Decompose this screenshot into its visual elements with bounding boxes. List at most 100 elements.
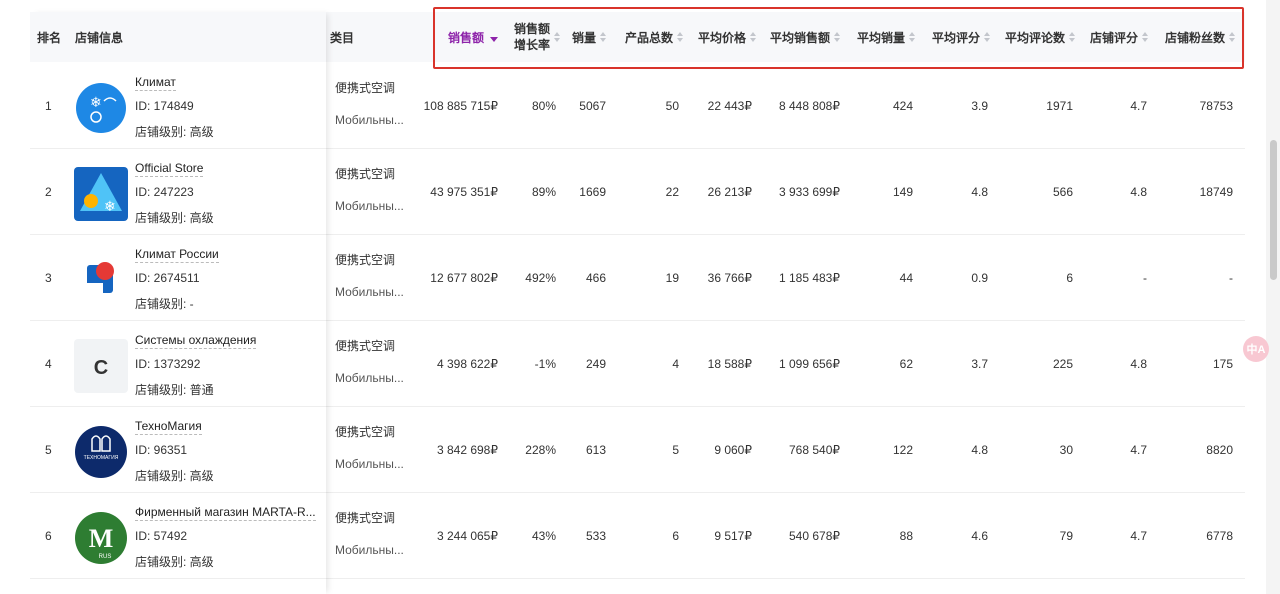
category-secondary: Мобильны...	[335, 199, 404, 213]
cell-growth: 228%	[525, 442, 556, 457]
sort-icon[interactable]	[834, 32, 840, 42]
header-avg-volume[interactable]: 平均销量	[845, 12, 915, 62]
store-id: ID: 57492	[135, 529, 188, 543]
store-name-link[interactable]: Фирменный магазин MARTA-R...	[135, 505, 316, 521]
cell-avg-volume: 62	[899, 356, 913, 371]
store-id: ID: 1373292	[135, 357, 201, 371]
cell-avg-price: 9 060₽	[714, 442, 752, 457]
store-level: 店铺级别: 高级	[135, 555, 214, 569]
rank-number: 3	[45, 270, 52, 285]
svg-text:❄: ❄	[90, 95, 102, 111]
sort-icon[interactable]	[909, 32, 915, 42]
store-info-row[interactable]: 6 M RUS Фирменный магазин MARTA-R... ID: 574…	[30, 493, 326, 579]
store-logo[interactable]: ❄	[74, 81, 128, 135]
sort-icon[interactable]	[1229, 32, 1235, 42]
store-id: ID: 96351	[135, 443, 188, 457]
cell-avg-sales: 8 448 808₽	[778, 98, 840, 113]
cell-products: 50	[665, 98, 679, 113]
cell-avg-reviews: 6	[1066, 270, 1073, 285]
cell-products: 4	[672, 356, 679, 371]
cell-avg-price: 18 588₽	[707, 356, 752, 371]
cell-avg-reviews: 566	[1052, 184, 1073, 199]
cell-products: 6	[672, 528, 679, 543]
header-avg-price[interactable]: 平均价格	[685, 12, 756, 62]
store-name-link[interactable]: Official Store	[135, 161, 204, 177]
cell-growth: 80%	[531, 98, 556, 113]
header-avg-rating[interactable]: 平均评分	[920, 12, 990, 62]
store-info-row[interactable]: 2 ❄ Official Store ID: 247223 店铺级别: 高级	[30, 149, 326, 235]
cell-avg-rating: 4.8	[971, 184, 988, 199]
cell-products: 19	[665, 270, 679, 285]
cell-volume: 533	[585, 528, 606, 543]
header-avg-reviews[interactable]: 平均评论数	[995, 12, 1075, 62]
cell-avg-price: 36 766₽	[707, 270, 752, 285]
scrollbar-thumb[interactable]	[1270, 140, 1277, 280]
header-volume[interactable]: 销量	[560, 12, 606, 62]
category-secondary: Мобильны...	[335, 457, 404, 471]
header-products[interactable]: 产品总数	[610, 12, 683, 62]
cell-followers: -	[1229, 270, 1233, 285]
sort-icon[interactable]	[984, 32, 990, 42]
cell-volume: 1669	[579, 184, 606, 199]
cell-sales: 3 244 065₽	[436, 528, 498, 543]
store-logo[interactable]: ❄	[74, 167, 128, 221]
sort-icon[interactable]	[1142, 32, 1148, 42]
cell-avg-sales: 1 185 483₽	[778, 270, 840, 285]
cell-products: 22	[665, 184, 679, 199]
scrollbar[interactable]	[1266, 0, 1280, 594]
svg-text:❄: ❄	[104, 199, 116, 215]
header-followers[interactable]: 店铺粉丝数	[1152, 12, 1235, 62]
cell-avg-sales: 768 540₽	[788, 442, 840, 457]
cell-sales: 43 975 351₽	[430, 184, 498, 199]
cell-avg-price: 26 213₽	[707, 184, 752, 199]
store-logo[interactable]	[74, 253, 128, 307]
cell-volume: 466	[585, 270, 606, 285]
rank-number: 5	[45, 442, 52, 457]
fixed-store-column: 排名 店铺信息 1 ❄ Климат ID: 174849 店铺级别: 高级 2 ❄ Offi…	[30, 12, 326, 594]
category-primary: 便携式空调	[335, 425, 396, 439]
category-secondary: Мобильны...	[335, 543, 404, 557]
header-rank: 排名	[37, 30, 62, 45]
store-info-row[interactable]: 4 C Системы охлаждения ID: 1373292 店铺级别: 普通	[30, 321, 326, 407]
cell-avg-reviews: 30	[1059, 442, 1073, 457]
store-id: ID: 174849	[135, 99, 194, 113]
store-name-link[interactable]: ТехноМагия	[135, 419, 202, 435]
store-logo[interactable]: C	[74, 339, 128, 393]
rank-number: 6	[45, 528, 52, 543]
svg-text:C: C	[94, 357, 108, 379]
store-info-row[interactable]: 3 Климат России ID: 2674511 店铺级别: -	[30, 235, 326, 321]
store-name-link[interactable]: Климат	[135, 75, 176, 91]
sort-icon[interactable]	[750, 32, 756, 42]
cell-store-rating: 4.8	[1130, 356, 1147, 371]
store-level: 店铺级别: 高级	[135, 125, 214, 139]
store-name-link[interactable]: Системы охлаждения	[135, 333, 257, 349]
header-store-rating[interactable]: 店铺评分	[1080, 12, 1148, 62]
cell-avg-sales: 1 099 656₽	[778, 356, 840, 371]
sort-icon[interactable]	[600, 32, 606, 42]
store-info-row[interactable]: 1 ❄ Климат ID: 174849 店铺级别: 高级	[30, 63, 326, 149]
cell-avg-volume: 88	[899, 528, 913, 543]
category-secondary: Мобильны...	[335, 285, 404, 299]
rank-number: 4	[45, 356, 52, 371]
store-info-row[interactable]: 5 ТЕХНОМАГИЯ ТехноМагия ID: 96351 店铺级别: 高级	[30, 407, 326, 493]
sort-desc-icon[interactable]	[490, 36, 498, 42]
cell-products: 5	[672, 442, 679, 457]
cell-sales: 108 885 715₽	[423, 98, 498, 113]
translate-button[interactable]: 中A	[1243, 336, 1269, 362]
store-name-link[interactable]: Климат России	[135, 247, 219, 263]
cell-followers: 6778	[1206, 528, 1233, 543]
store-logo[interactable]: M RUS	[74, 511, 128, 565]
svg-text:RUS: RUS	[99, 554, 112, 560]
store-level: 店铺级别: 高级	[135, 211, 214, 225]
store-logo[interactable]: ТЕХНОМАГИЯ	[74, 425, 128, 479]
header-sales-growth[interactable]: 销售额 增长率	[500, 12, 560, 62]
sort-icon[interactable]	[677, 32, 683, 42]
sort-icon[interactable]	[1069, 32, 1075, 42]
header-avg-sales[interactable]: 平均销售额	[760, 12, 840, 62]
cell-volume: 249	[585, 356, 606, 371]
header-sales[interactable]: 销售额	[410, 12, 498, 62]
cell-avg-reviews: 225	[1052, 356, 1073, 371]
category-secondary: Мобильны...	[335, 371, 404, 385]
category-secondary: Мобильны...	[335, 113, 404, 127]
cell-avg-price: 22 443₽	[707, 98, 752, 113]
